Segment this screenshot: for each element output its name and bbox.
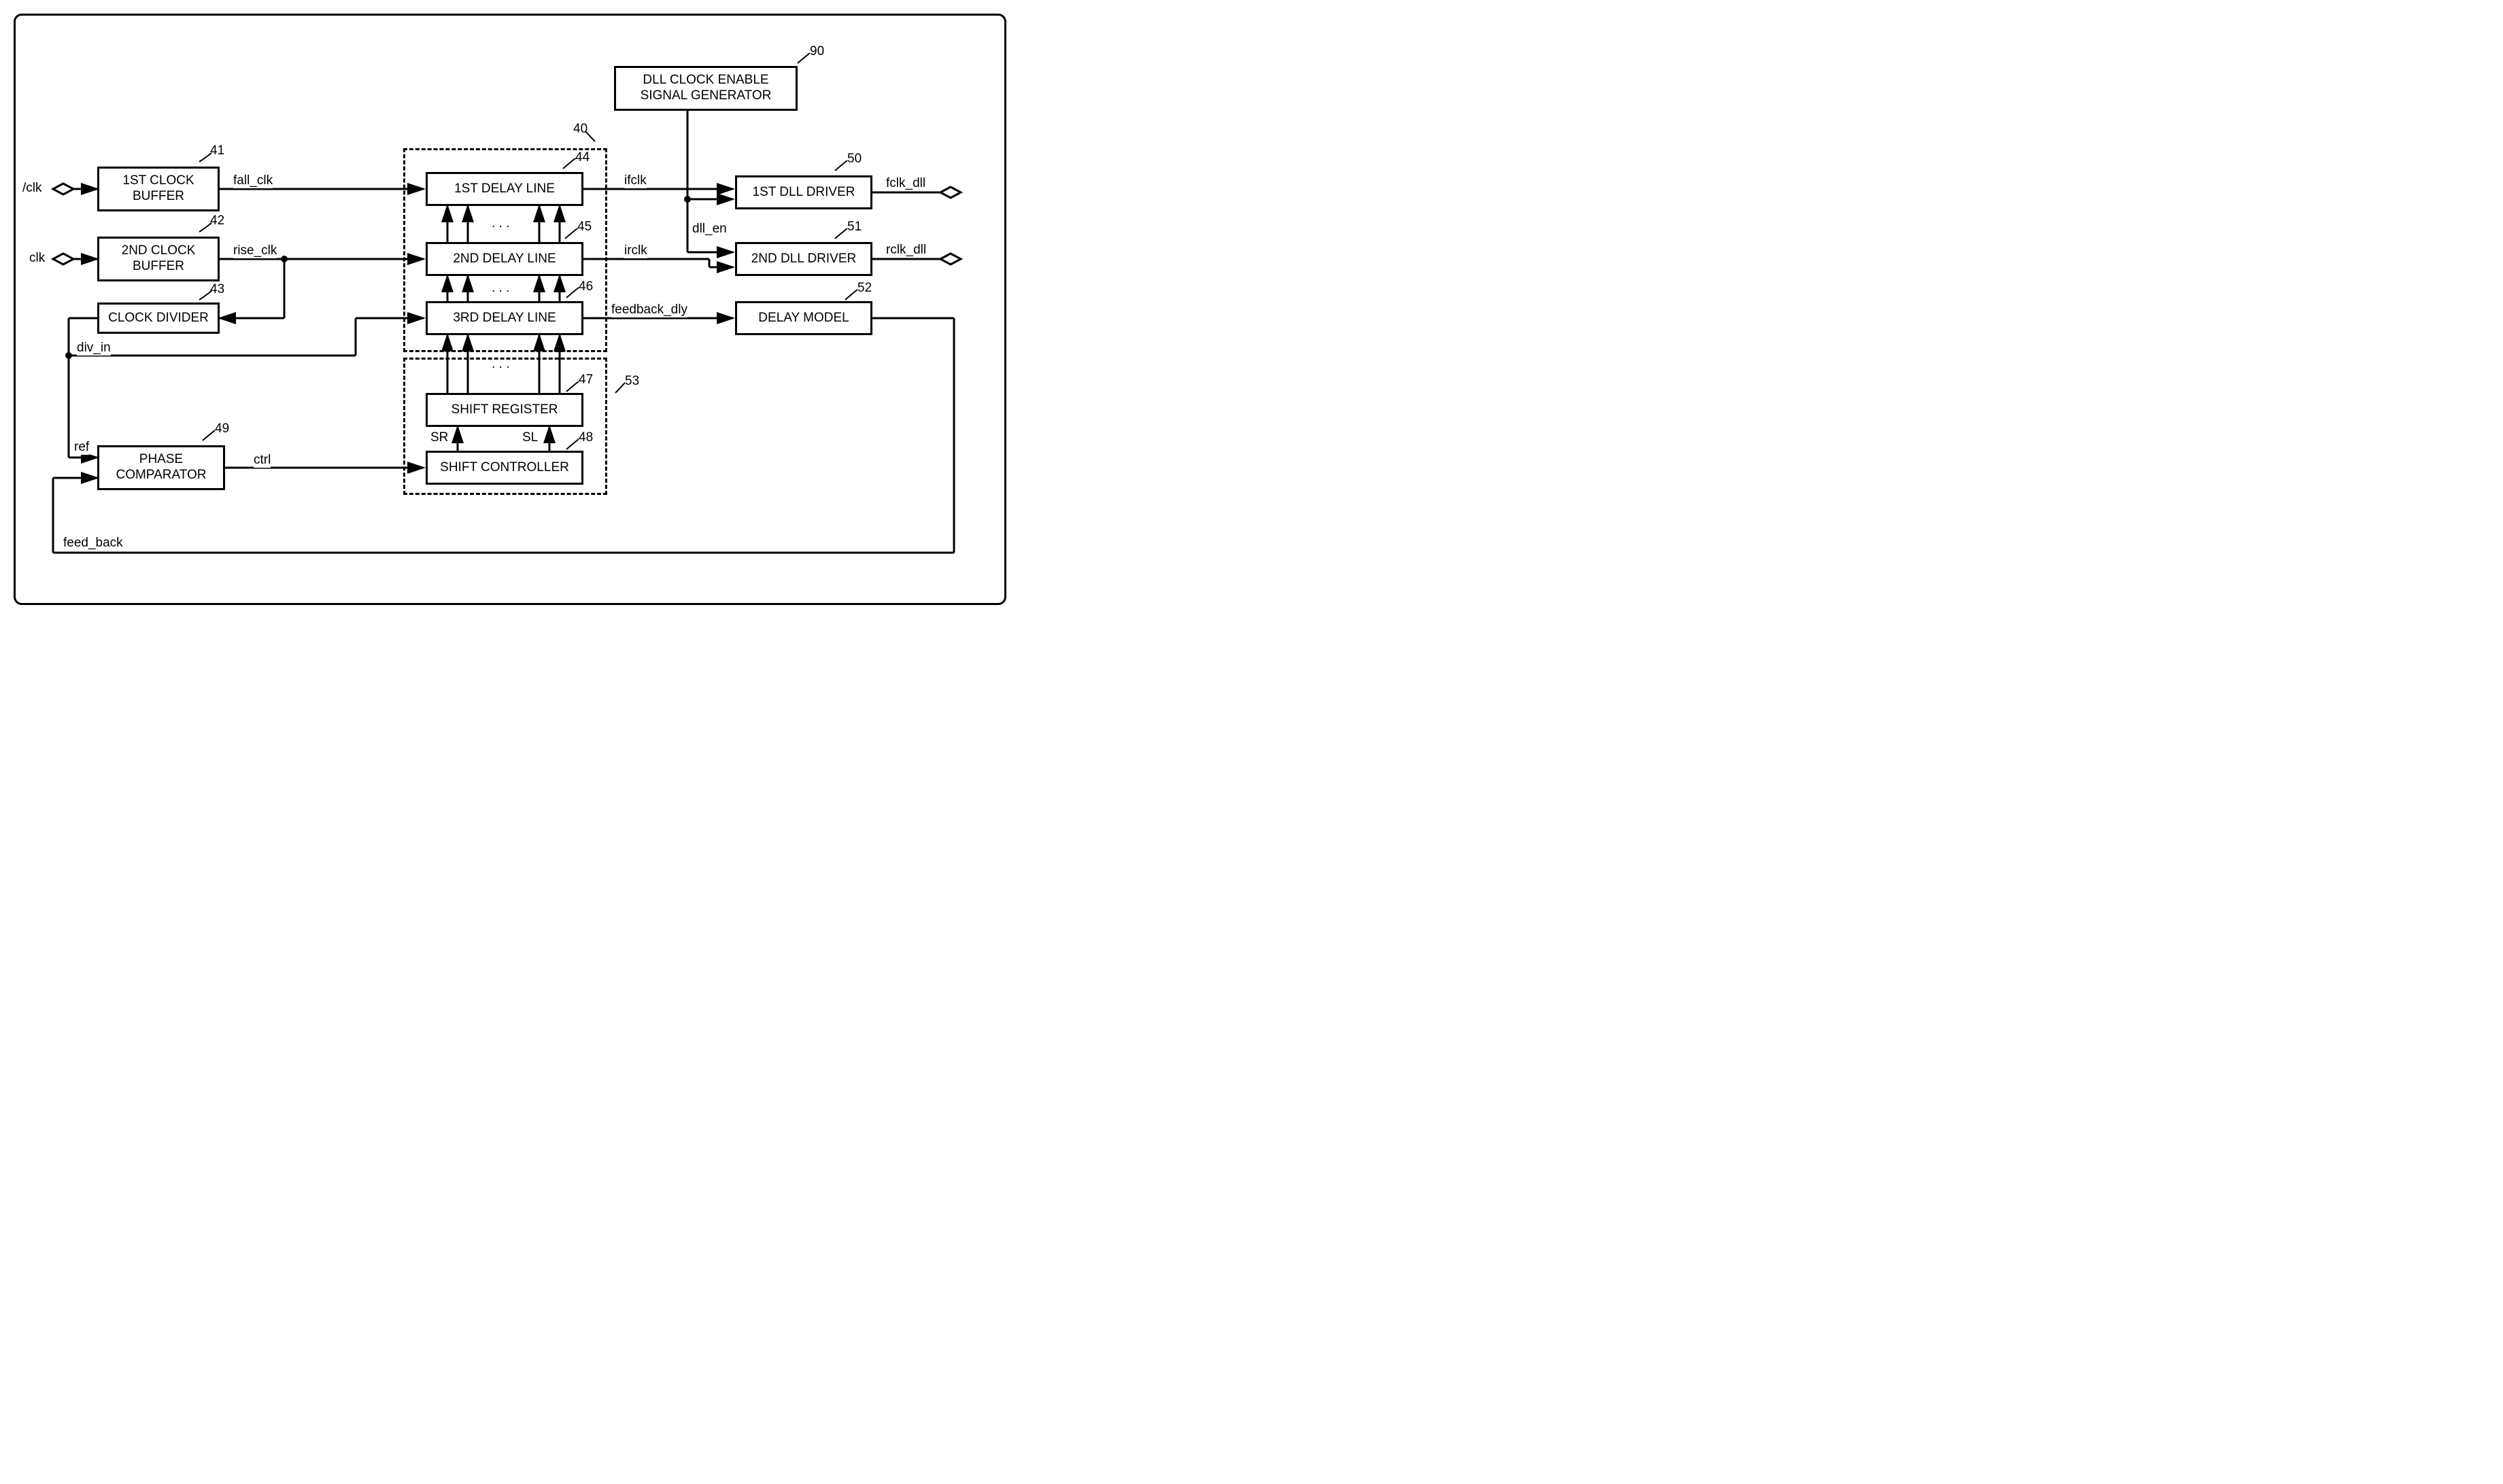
label-input-clk: clk [29, 251, 45, 266]
block-shift-controller: SHIFT CONTROLLER [426, 451, 583, 485]
label-fclk-dll: fclk_dll [886, 176, 925, 191]
block-2nd-clock-buffer: 2ND CLOCK BUFFER [97, 237, 220, 281]
dots-dl2-dl3: . . . [492, 281, 509, 296]
label-sr: SR [430, 430, 448, 445]
ref-45: 45 [577, 220, 592, 235]
block-clock-divider: CLOCK DIVIDER [97, 303, 220, 334]
label-dll-en: dll_en [692, 222, 727, 237]
block-phase-comparator: PHASE COMPARATOR [97, 445, 225, 490]
block-1st-delay-line: 1ST DELAY LINE [426, 172, 583, 206]
ref-47: 47 [579, 373, 593, 387]
block-shift-register: SHIFT REGISTER [426, 393, 583, 427]
label-irclk: irclk [624, 243, 647, 258]
block-2nd-delay-line: 2ND DELAY LINE [426, 242, 583, 276]
block-3rd-delay-line: 3RD DELAY LINE [426, 301, 583, 335]
ref-48: 48 [579, 430, 593, 445]
ref-41: 41 [210, 143, 224, 158]
ref-42: 42 [210, 213, 224, 228]
label-input-clk-n: /clk [22, 181, 42, 196]
ref-40: 40 [573, 122, 588, 137]
ref-53: 53 [625, 374, 639, 389]
label-sl: SL [522, 430, 538, 445]
label-fall-clk: fall_clk [233, 173, 273, 188]
ref-43: 43 [210, 282, 224, 297]
ref-44: 44 [575, 150, 590, 165]
block-2nd-dll-driver: 2ND DLL DRIVER [735, 242, 872, 276]
block-1st-dll-driver: 1ST DLL DRIVER [735, 175, 872, 209]
block-1st-clock-buffer: 1ST CLOCK BUFFER [97, 167, 220, 211]
label-ref: ref [74, 440, 89, 455]
dll-block-diagram: /clk clk 1ST CLOCK BUFFER 2ND CLOCK BUFF… [14, 14, 1006, 605]
label-ctrl: ctrl [254, 453, 271, 468]
ref-46: 46 [579, 279, 593, 294]
label-feed-back: feed_back [63, 536, 123, 551]
label-div-in: div_in [77, 341, 111, 356]
ref-51: 51 [847, 220, 862, 235]
ref-52: 52 [857, 281, 872, 296]
label-rclk-dll: rclk_dll [886, 243, 926, 258]
dots-dl1-dl2: . . . [492, 216, 509, 231]
block-delay-model: DELAY MODEL [735, 301, 872, 335]
block-dll-clock-enable-gen: DLL CLOCK ENABLE SIGNAL GENERATOR [614, 66, 798, 111]
label-ifclk: ifclk [624, 173, 647, 188]
ref-49: 49 [215, 421, 229, 436]
label-feedback-dly: feedback_dly [611, 303, 687, 317]
ref-90: 90 [810, 44, 824, 59]
label-rise-clk: rise_clk [233, 243, 277, 258]
ref-50: 50 [847, 152, 862, 167]
